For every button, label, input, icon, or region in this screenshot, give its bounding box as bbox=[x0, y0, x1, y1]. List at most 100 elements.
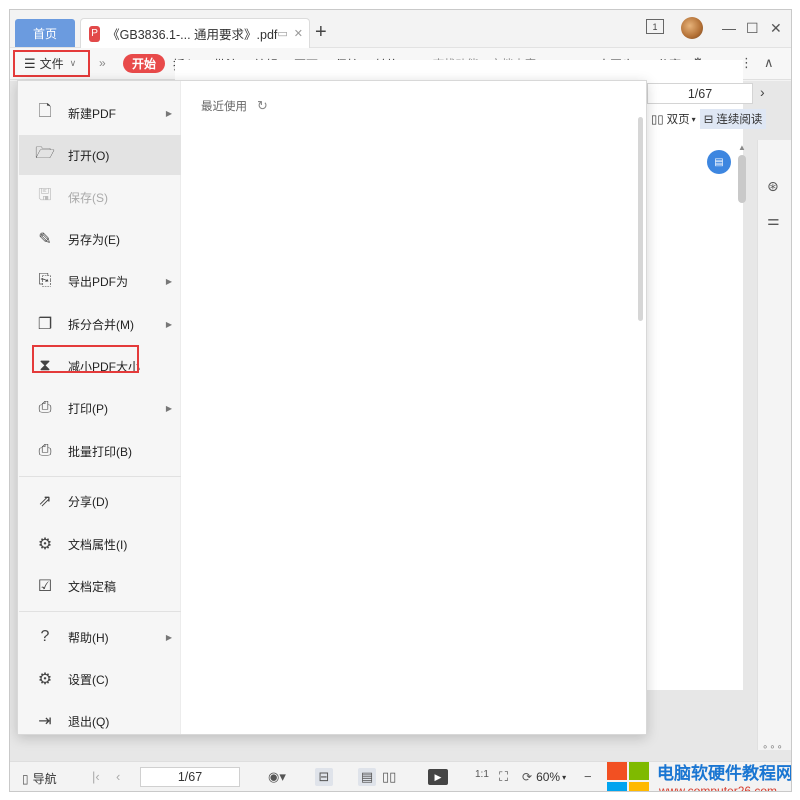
tab-document-name: 《GB3836.1-... 通用要求》.pdf bbox=[107, 28, 278, 42]
maximize-button[interactable]: ☐ bbox=[746, 20, 759, 37]
share-icon: ⇗ bbox=[38, 493, 52, 510]
menu-split-merge[interactable]: ❐ 拆分合并(M) ▶ bbox=[19, 304, 181, 344]
menu-item-label: 文档属性(I) bbox=[68, 537, 128, 552]
fit-width-icon[interactable]: ⊟ bbox=[315, 768, 333, 786]
eye-icon[interactable]: ◉▾ bbox=[268, 769, 286, 785]
avatar[interactable] bbox=[681, 17, 703, 39]
file-menu-label: 文件 bbox=[39, 57, 64, 71]
prev-page-icon[interactable]: ‹ bbox=[116, 769, 120, 784]
menu-item-label: 退出(Q) bbox=[68, 714, 110, 729]
collapse-ribbon-icon[interactable]: ∧ bbox=[764, 55, 774, 71]
navigation-button[interactable]: ▯ 导航 bbox=[22, 770, 57, 787]
continuous-icon: ⊟ bbox=[703, 114, 714, 126]
split-merge-icon: ❐ bbox=[37, 316, 53, 333]
zoom-dropdown[interactable]: ⟳ 60% ▾ bbox=[522, 770, 566, 784]
screen-icon[interactable]: ▭ bbox=[277, 28, 287, 40]
fit-page-icon[interactable]: ⛶ bbox=[499, 769, 508, 785]
recent-label: 最近使用 bbox=[201, 101, 247, 113]
submenu-arrow-icon: ▶ bbox=[165, 276, 172, 286]
file-menu-panel: 🗋 新建PDF ▶ 🗁 打开(O) 🖫 保存(S) ✎ 另存为(E) ⎘ 导出P… bbox=[17, 80, 647, 735]
export-pdf-icon: ⎘ bbox=[38, 272, 52, 289]
menu-item-label: 新建PDF bbox=[68, 106, 117, 121]
settings-icon: ⚙ bbox=[37, 671, 53, 688]
menu-new-pdf[interactable]: 🗋 新建PDF ▶ bbox=[19, 93, 181, 133]
tab-document[interactable]: P 《GB3836.1-... 通用要求》.pdf ▭ ✕ bbox=[80, 18, 310, 48]
single-page-icon[interactable]: ▤ bbox=[358, 768, 376, 786]
page-number-field[interactable]: 1/67 bbox=[140, 767, 240, 787]
dual-page-icon[interactable]: ▯▯ bbox=[382, 769, 396, 785]
app-window: 首页 P 《GB3836.1-... 通用要求》.pdf ▭ ✕ + 1 — ☐… bbox=[9, 9, 792, 792]
menu-save[interactable]: 🖫 保存(S) bbox=[19, 177, 181, 217]
right-side-panel: ⊛ ⚌ bbox=[757, 140, 791, 750]
batch-print-icon: ⎙ bbox=[38, 442, 52, 459]
menu-finalize[interactable]: ☑ 文档定稿 bbox=[19, 566, 181, 606]
view-mode-bar: ▯▯ 双页 ▾ ⊟ 连续阅读 bbox=[647, 107, 779, 131]
page-number-input[interactable]: 1/67 bbox=[647, 83, 753, 104]
menu-item-label: 分享(D) bbox=[68, 494, 109, 509]
menu-open[interactable]: 🗁 打开(O) bbox=[19, 135, 181, 175]
menu-export-pdf[interactable]: ⎘ 导出PDF为 ▶ bbox=[19, 261, 181, 301]
menu-item-label: 批量打印(B) bbox=[68, 444, 132, 459]
highlight-annotation bbox=[32, 345, 139, 373]
menu-batch-print[interactable]: ⎙ 批量打印(B) bbox=[19, 431, 181, 471]
menu-print[interactable]: ⎙ 打印(P) ▶ bbox=[19, 388, 181, 428]
vertical-scrollbar[interactable] bbox=[738, 155, 746, 203]
convert-float-icon[interactable]: ▤ bbox=[707, 150, 731, 174]
scroll-up-icon[interactable]: ▲ bbox=[738, 143, 746, 152]
new-file-icon: 🗋 bbox=[38, 102, 52, 120]
menu-help[interactable]: ? 帮助(H) ▶ bbox=[19, 617, 181, 657]
dual-page-button[interactable]: ▯▯ 双页 ▾ bbox=[647, 109, 700, 129]
new-tab-button[interactable]: + bbox=[315, 22, 327, 42]
submenu-arrow-icon: ▶ bbox=[165, 319, 172, 329]
help-icon: ? bbox=[40, 628, 50, 645]
title-bar: 首页 P 《GB3836.1-... 通用要求》.pdf ▭ ✕ + 1 — ☐… bbox=[10, 10, 791, 48]
menu-item-label: 另存为(E) bbox=[68, 232, 120, 247]
minimize-button[interactable]: — bbox=[722, 20, 736, 36]
doc-properties-icon: ⚙ bbox=[37, 536, 53, 553]
next-page-icon[interactable]: › bbox=[760, 84, 765, 100]
chevron-down-icon: ∨ bbox=[69, 58, 77, 68]
watermark-title: 电脑软硬件教程网 bbox=[657, 764, 792, 783]
menu-divider bbox=[19, 611, 181, 612]
tab-start[interactable]: 开始 bbox=[123, 54, 165, 73]
more-dots-icon[interactable]: ∘∘∘ bbox=[762, 742, 784, 753]
save-icon: 🖫 bbox=[38, 186, 52, 204]
continuous-label: 连续阅读 bbox=[716, 114, 763, 126]
first-page-icon[interactable]: |‹ bbox=[92, 769, 100, 784]
menu-doc-properties[interactable]: ⚙ 文档属性(I) bbox=[19, 524, 181, 564]
chevron-down-icon: ▾ bbox=[562, 772, 567, 782]
smart-search-icon[interactable]: ⊛ bbox=[767, 178, 779, 195]
menu-settings[interactable]: ⚙ 设置(C) bbox=[19, 659, 181, 699]
refresh-icon[interactable]: ↻ bbox=[257, 98, 268, 114]
menu-item-label: 拆分合并(M) bbox=[68, 317, 134, 332]
exit-icon: ⇥ bbox=[38, 713, 52, 730]
menu-item-label: 打印(P) bbox=[68, 401, 108, 416]
watermark: 电脑软硬件教程网 www.computer26.com bbox=[605, 756, 792, 791]
adjust-sliders-icon[interactable]: ⚌ bbox=[767, 212, 780, 229]
print-icon: ⎙ bbox=[38, 399, 52, 416]
submenu-arrow-icon: ▶ bbox=[165, 108, 172, 118]
dual-page-icon: ▯▯ bbox=[651, 114, 664, 126]
menu-item-label: 帮助(H) bbox=[68, 630, 109, 645]
hamburger-icon: ☰ bbox=[24, 55, 36, 71]
play-icon[interactable]: ▶ bbox=[428, 769, 448, 785]
menu-scrollbar[interactable] bbox=[638, 117, 643, 321]
save-as-icon: ✎ bbox=[38, 231, 52, 248]
actual-size-icon[interactable]: 1:1 bbox=[475, 769, 489, 780]
recent-files-header: 最近使用 ↻ bbox=[201, 98, 268, 114]
menu-share[interactable]: ⇗ 分享(D) bbox=[19, 481, 181, 521]
close-tab-icon[interactable]: ✕ bbox=[294, 28, 303, 40]
tab-home[interactable]: 首页 bbox=[15, 19, 75, 47]
page-view-icon[interactable]: 1 bbox=[646, 19, 664, 34]
more-tabs-button[interactable]: » bbox=[99, 56, 106, 70]
zoom-out-icon[interactable]: − bbox=[584, 769, 592, 784]
logo-tile bbox=[607, 782, 627, 791]
file-menu-button[interactable]: ☰ 文件 ∨ bbox=[13, 50, 90, 77]
pdf-file-icon: P bbox=[89, 25, 101, 42]
menu-item-label: 文档定稿 bbox=[68, 579, 117, 594]
menu-exit[interactable]: ⇥ 退出(Q) bbox=[19, 701, 181, 741]
menu-save-as[interactable]: ✎ 另存为(E) bbox=[19, 219, 181, 259]
close-window-button[interactable]: ✕ bbox=[770, 20, 782, 37]
menu-item-label: 设置(C) bbox=[68, 672, 109, 687]
continuous-read-button[interactable]: ⊟ 连续阅读 bbox=[699, 109, 767, 129]
